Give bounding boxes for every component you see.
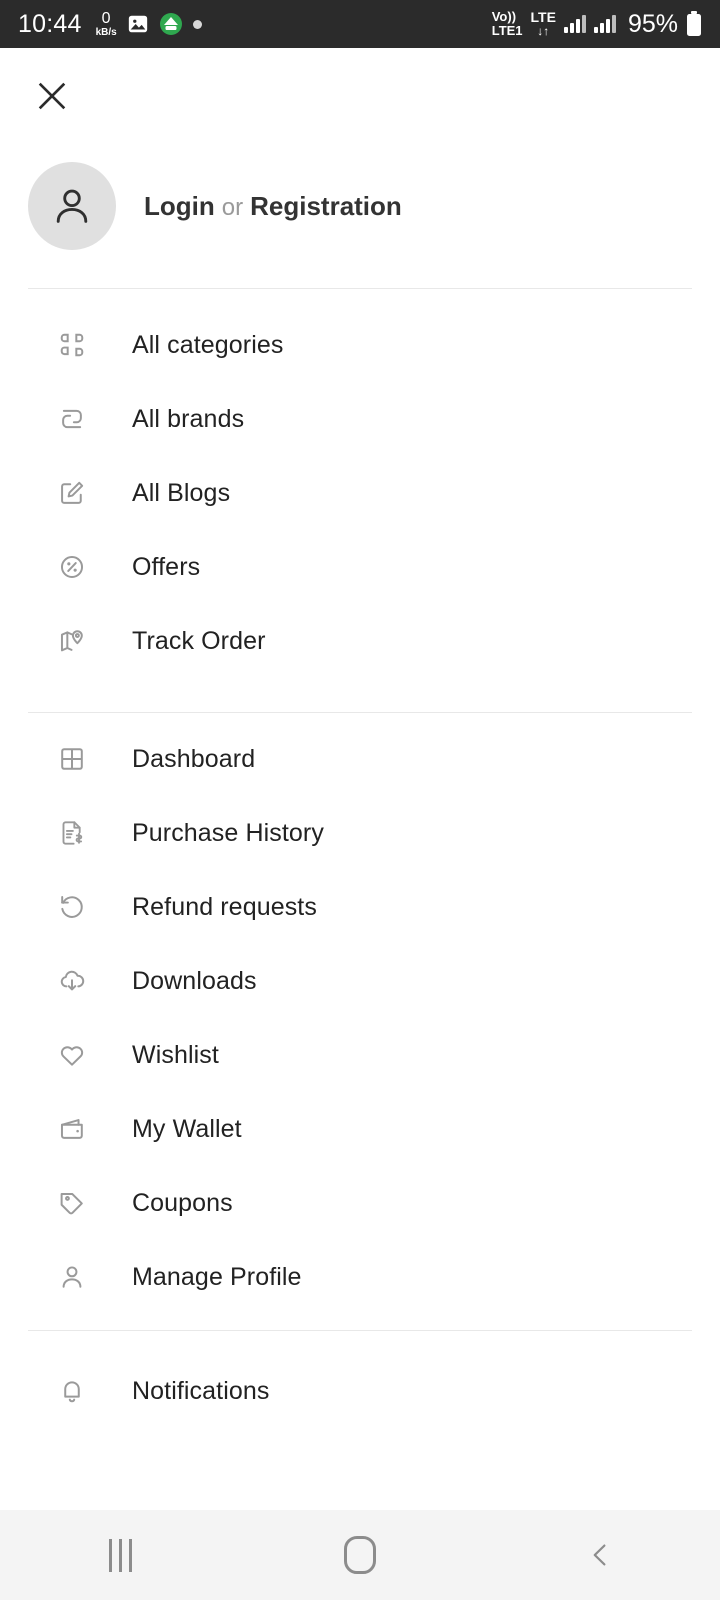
or-label: or	[221, 193, 244, 221]
menu-group-account: Dashboard Purchase History Refund reques…	[0, 722, 720, 1314]
home-icon	[344, 1536, 376, 1574]
image-icon	[127, 13, 149, 35]
cloud-download-icon	[56, 965, 88, 997]
menu-item-all-brands[interactable]: All brands	[0, 382, 720, 456]
close-button[interactable]	[28, 72, 76, 120]
menu-label: All categories	[132, 330, 284, 359]
status-bar-left: 10:44 0 kB/s	[18, 10, 492, 39]
battery-icon	[686, 11, 702, 37]
divider-bottom	[28, 1330, 692, 1331]
menu-item-offers[interactable]: Offers	[0, 530, 720, 604]
network-speed-indicator: 0 kB/s	[95, 9, 117, 38]
menu-label: All Blogs	[132, 478, 231, 507]
menu-item-dashboard[interactable]: Dashboard	[0, 722, 720, 796]
lte-data-arrows: ↓↑	[537, 24, 550, 39]
grid-squares-icon	[56, 329, 88, 361]
invoice-dollar-icon	[56, 817, 88, 849]
auth-links: Login or Registration	[144, 191, 402, 222]
recents-button[interactable]	[0, 1510, 240, 1600]
app-screen: 10:44 0 kB/s Vo)) LTE1 LTE ↓↑ 95% Login …	[0, 0, 720, 1600]
home-button[interactable]	[240, 1510, 480, 1600]
menu-item-downloads[interactable]: Downloads	[0, 944, 720, 1018]
dot-icon	[192, 19, 202, 29]
menu-item-all-blogs[interactable]: All Blogs	[0, 456, 720, 530]
system-navigation-bar	[0, 1510, 720, 1600]
close-icon	[38, 82, 66, 110]
menu-label: Offers	[132, 552, 201, 581]
lte-data-icon: LTE ↓↑	[531, 10, 556, 37]
avatar	[28, 162, 116, 250]
volte-line-1: Vo))	[491, 9, 517, 25]
edit-square-icon	[56, 477, 88, 509]
back-chevron-icon	[593, 1544, 606, 1566]
lte-label: LTE	[530, 9, 556, 26]
menu-item-refund-requests[interactable]: Refund requests	[0, 870, 720, 944]
divider-top	[28, 288, 692, 289]
menu-label: Purchase History	[132, 818, 324, 847]
status-bar-clock: 10:44	[18, 9, 82, 38]
signal-bars-icon-1	[563, 15, 586, 33]
bell-icon	[56, 1375, 88, 1407]
menu-label: Notifications	[132, 1376, 270, 1405]
menu-label: Wishlist	[132, 1040, 219, 1069]
menu-item-notifications[interactable]: Notifications	[0, 1354, 720, 1428]
menu-label: Downloads	[132, 966, 257, 995]
divider-middle	[28, 712, 692, 713]
menu-item-track-order[interactable]: Track Order	[0, 604, 720, 678]
menu-group-browse: All categories All brands All Blogs Offe…	[0, 308, 720, 678]
menu-item-all-categories[interactable]: All categories	[0, 308, 720, 382]
volte-line-2: LTE1	[491, 23, 523, 38]
network-speed-unit: kB/s	[95, 26, 117, 38]
menu-label: Refund requests	[132, 892, 317, 921]
menu-label: Manage Profile	[132, 1262, 302, 1291]
green-app-icon	[159, 12, 183, 36]
menu-label: Dashboard	[132, 744, 256, 773]
percent-circle-icon	[56, 551, 88, 583]
menu-label: Coupons	[132, 1188, 233, 1217]
status-bar-right: Vo)) LTE1 LTE ↓↑ 95%	[492, 10, 702, 39]
menu-item-purchase-history[interactable]: Purchase History	[0, 796, 720, 870]
dashboard-grid-icon	[56, 743, 88, 775]
signal-bars-icon-2	[593, 15, 616, 33]
map-pin-icon	[56, 625, 88, 657]
wallet-icon	[56, 1113, 88, 1145]
brand-tag-icon	[56, 403, 88, 435]
login-link[interactable]: Login	[144, 191, 215, 221]
menu-item-coupons[interactable]: Coupons	[0, 1166, 720, 1240]
person-icon	[56, 1261, 88, 1293]
volte-icon: Vo)) LTE1	[492, 10, 523, 37]
recents-icon	[108, 1538, 132, 1572]
rotate-back-icon	[56, 891, 88, 923]
status-bar: 10:44 0 kB/s Vo)) LTE1 LTE ↓↑ 95%	[0, 0, 720, 48]
menu-group-notifications: Notifications	[0, 1354, 720, 1428]
registration-link[interactable]: Registration	[250, 191, 402, 221]
menu-label: My Wallet	[132, 1114, 242, 1143]
menu-item-my-wallet[interactable]: My Wallet	[0, 1092, 720, 1166]
back-button[interactable]	[480, 1510, 720, 1600]
battery-percent-label: 95%	[627, 9, 678, 38]
menu-item-manage-profile[interactable]: Manage Profile	[0, 1240, 720, 1314]
user-avatar-icon	[56, 189, 88, 223]
heart-icon	[56, 1039, 88, 1071]
menu-label: Track Order	[132, 626, 266, 655]
account-header[interactable]: Login or Registration	[28, 162, 402, 250]
network-speed-value: 0	[101, 9, 111, 27]
coupon-tag-icon	[56, 1187, 88, 1219]
menu-label: All brands	[132, 404, 245, 433]
menu-item-wishlist[interactable]: Wishlist	[0, 1018, 720, 1092]
